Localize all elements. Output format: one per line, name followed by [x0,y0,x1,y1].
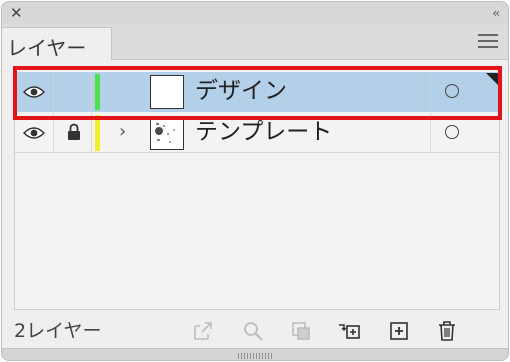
column-divider [430,72,431,112]
layer-name[interactable]: デザイン [195,76,287,106]
template-preview-image [153,119,181,147]
layer-row-design[interactable]: デザイン [15,72,499,112]
thumbnail [150,75,184,109]
column-divider [53,113,54,152]
panel-resize-bar[interactable] [2,348,508,360]
column-divider [91,72,92,112]
panel-title-bar: ✕ ‹‹ [2,2,508,24]
layers-panel: ✕ ‹‹ レイヤー デザイン › テンプレート 2レイヤー [1,1,509,361]
trash-icon[interactable] [436,320,458,342]
new-layer-icon[interactable] [388,320,410,342]
column-divider [53,72,54,112]
collapse-panel-icon[interactable]: ‹‹ [492,4,499,22]
locate-object-icon[interactable] [242,320,264,342]
close-icon[interactable]: ✕ [10,4,23,22]
column-divider [430,113,431,152]
create-sublayer-icon[interactable] [338,320,360,342]
collect-export-icon[interactable] [192,320,214,342]
eye-icon[interactable] [23,126,45,140]
panel-menu-icon[interactable] [478,34,498,50]
resize-grip-icon[interactable] [238,353,274,359]
lock-icon[interactable] [67,123,81,141]
selection-indicator-icon [486,73,498,85]
tab-layers[interactable]: レイヤー [2,27,112,61]
tab-bar: レイヤー [2,24,508,61]
layers-area: デザイン › テンプレート [2,60,508,316]
target-circle-icon[interactable] [445,125,459,139]
layer-name[interactable]: テンプレート [195,117,332,147]
expand-chevron-icon[interactable]: › [119,121,126,143]
thumbnail [150,116,184,150]
layer-list: デザイン › テンプレート [14,66,500,310]
layer-color-bar [95,115,100,151]
column-divider [91,113,92,152]
layer-row-template[interactable]: › テンプレート [15,113,499,153]
layer-count-label: 2レイヤー [14,320,102,342]
panel-footer: 2レイヤー [2,316,508,348]
layer-color-bar [95,74,100,110]
clipping-mask-icon[interactable] [290,320,312,342]
target-circle-icon[interactable] [445,84,459,98]
eye-icon[interactable] [23,85,45,99]
